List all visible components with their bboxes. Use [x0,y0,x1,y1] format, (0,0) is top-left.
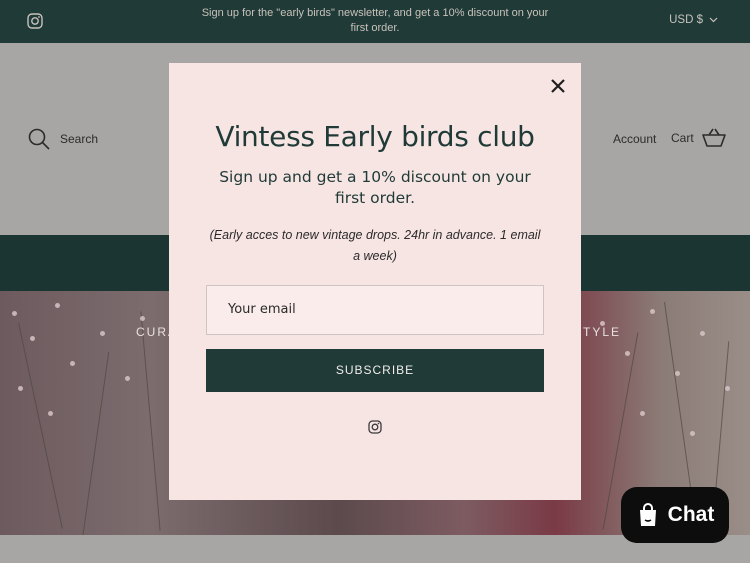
search-icon [28,128,50,150]
cart-icon [701,128,726,147]
instagram-icon[interactable] [368,420,382,434]
currency-selector[interactable]: USD $ [669,14,718,26]
search-button[interactable]: Search [28,128,98,150]
currency-label: USD $ [669,14,703,26]
instagram-icon[interactable] [27,13,43,29]
subscribe-button[interactable]: SUBSCRIBE [206,349,544,392]
cart-label: Cart [671,131,694,145]
hero-heading-right: TYLE [583,325,622,339]
chat-label: Chat [667,503,715,526]
chat-button[interactable]: Chat [621,487,729,543]
shopify-bag-icon [639,503,656,526]
account-link[interactable]: Account [613,132,656,146]
cart-link[interactable]: Cart [671,128,726,148]
newsletter-popup: Vintess Early birds club Sign up and get… [169,63,581,500]
search-label: Search [60,132,99,146]
email-field[interactable]: Your email [206,285,544,335]
popup-subtitle: Sign up and get a 10% discount on your f… [219,168,531,207]
announcement-text: Sign up for the "early birds" newsletter… [201,7,549,34]
close-icon[interactable] [550,78,566,94]
popup-title: Vintess Early birds club [215,120,535,153]
announcement-bar: Sign up for the "early birds" newsletter… [0,0,750,43]
chevron-down-icon [709,17,718,23]
popup-note: (Early acces to new vintage drops. 24hr … [209,228,541,263]
